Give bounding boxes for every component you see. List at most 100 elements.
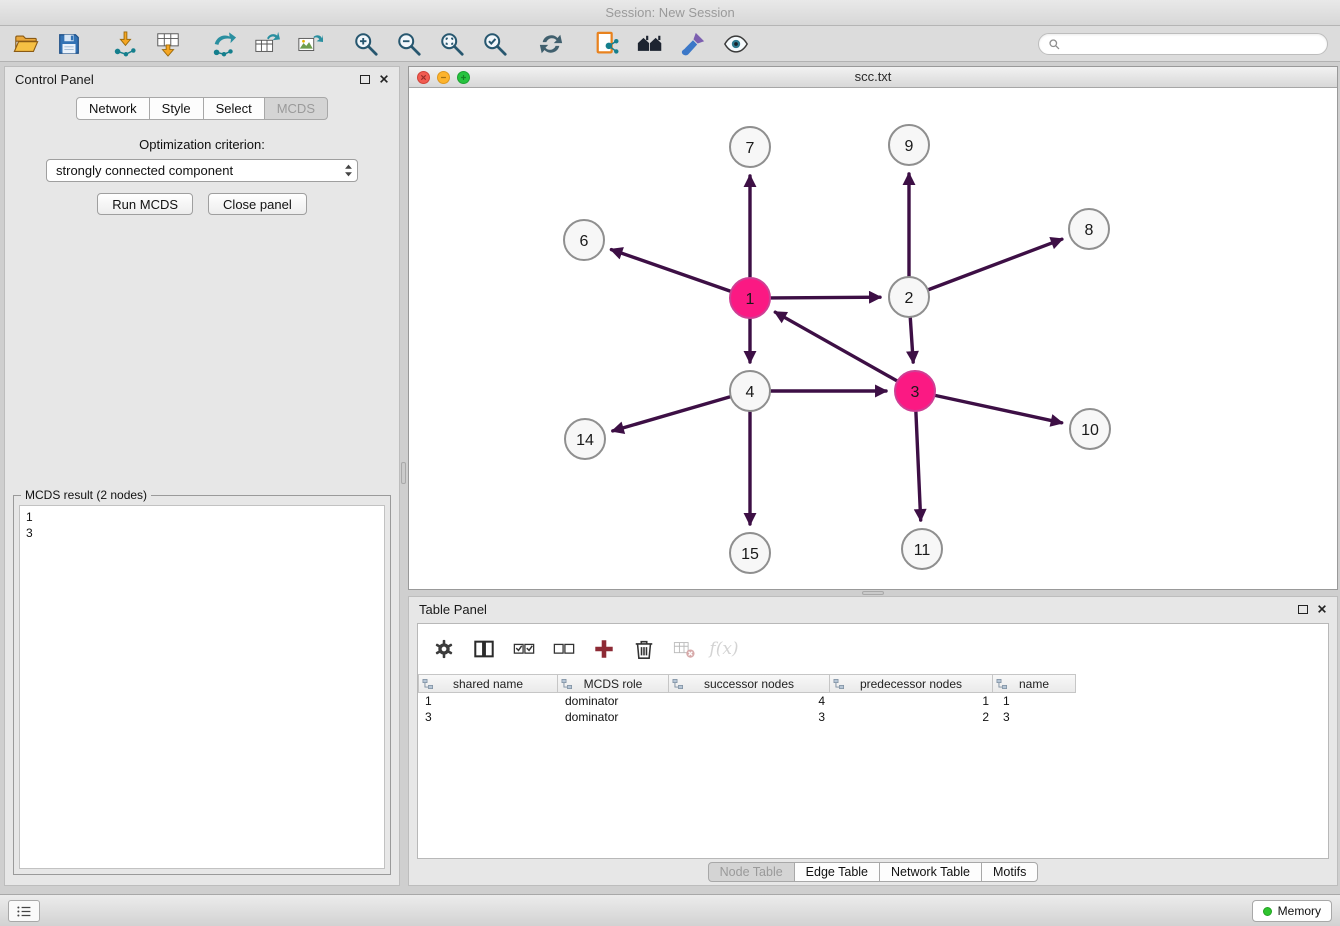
table-row[interactable]: 1dominator411: [418, 693, 1328, 709]
node-9[interactable]: 9: [889, 125, 929, 165]
column-header-shared-name[interactable]: shared name: [418, 674, 558, 693]
node-label: 2: [905, 290, 914, 307]
splitter-grip-icon[interactable]: [862, 591, 884, 595]
table-panel: Table Panel f(x) shared nameMCDS rolesuc…: [408, 596, 1338, 886]
mcds-result-title: MCDS result (2 nodes): [21, 488, 151, 502]
edge-1-2[interactable]: [771, 297, 880, 298]
column-header-mcds-role[interactable]: MCDS role: [557, 674, 669, 693]
float-panel-icon[interactable]: [360, 75, 370, 84]
node-3[interactable]: 3: [895, 371, 935, 411]
network-graph[interactable]: 7 9 6 8 1 2 4 3 14 10 15 11: [409, 88, 1337, 589]
table-cell: 1: [418, 693, 558, 709]
zoom-fit-icon[interactable]: [436, 29, 468, 59]
delete-row-icon[interactable]: [630, 635, 658, 663]
edge-2-8[interactable]: [929, 239, 1062, 289]
import-table-icon[interactable]: [152, 29, 184, 59]
column-header-name[interactable]: name: [992, 674, 1076, 693]
mcds-result-list[interactable]: 13: [19, 505, 385, 869]
edge-2-3[interactable]: [910, 318, 913, 362]
toolbar-group: [109, 29, 184, 59]
node-label: 7: [746, 140, 755, 157]
optimization-criterion-select[interactable]: strongly connected component: [46, 159, 358, 182]
import-network-icon[interactable]: [109, 29, 141, 59]
network-title: scc.txt: [855, 69, 892, 84]
splitter-grip-icon[interactable]: [401, 462, 406, 484]
window-titlebar[interactable]: Session: New Session: [0, 0, 1340, 26]
network-clipboard-icon[interactable]: [591, 29, 623, 59]
toolbar-group: [535, 29, 567, 59]
open-icon[interactable]: [10, 29, 42, 59]
close-control-panel-icon[interactable]: [379, 74, 389, 84]
mcds-result-box: MCDS result (2 nodes) 13: [13, 495, 391, 875]
refresh-icon[interactable]: [535, 29, 567, 59]
zoom-window-icon[interactable]: [457, 71, 470, 84]
node-15[interactable]: 15: [730, 533, 770, 573]
function-builder-icon: f(x): [710, 635, 738, 663]
show-graphics-icon[interactable]: [720, 29, 752, 59]
tab-network[interactable]: Network: [76, 97, 150, 120]
mcds-result-line: 3: [26, 525, 378, 541]
node-7[interactable]: 7: [730, 127, 770, 167]
tab-network-table[interactable]: Network Table: [879, 862, 982, 882]
node-4[interactable]: 4: [730, 371, 770, 411]
add-row-icon[interactable]: [590, 635, 618, 663]
memory-button[interactable]: Memory: [1252, 900, 1332, 922]
tab-motifs[interactable]: Motifs: [981, 862, 1038, 882]
node-8[interactable]: 8: [1069, 209, 1109, 249]
search-input[interactable]: [1066, 37, 1318, 51]
save-icon[interactable]: [53, 29, 85, 59]
edge-3-1[interactable]: [775, 312, 896, 381]
table-row[interactable]: 3dominator323: [418, 709, 1328, 725]
minimize-window-icon[interactable]: [437, 71, 450, 84]
tab-select[interactable]: Select: [203, 97, 265, 120]
float-table-panel-icon[interactable]: [1298, 605, 1308, 614]
node-11[interactable]: 11: [902, 529, 942, 569]
column-header-label: predecessor nodes: [860, 677, 962, 691]
export-table-icon[interactable]: [251, 29, 283, 59]
deselect-all-icon[interactable]: [550, 635, 578, 663]
tab-edge-table[interactable]: Edge Table: [794, 862, 880, 882]
column-header-successor-nodes[interactable]: successor nodes: [668, 674, 830, 693]
zoom-in-icon[interactable]: [350, 29, 382, 59]
node-2[interactable]: 2: [889, 277, 929, 317]
node-label: 9: [905, 138, 914, 155]
edge-3-10[interactable]: [936, 396, 1062, 423]
export-image-icon[interactable]: [294, 29, 326, 59]
table-cell: dominator: [558, 693, 670, 709]
control-panel: Control Panel NetworkStyleSelectMCDS Opt…: [4, 66, 400, 886]
node-10[interactable]: 10: [1070, 409, 1110, 449]
columns-icon[interactable]: [470, 635, 498, 663]
edge-4-14[interactable]: [613, 397, 730, 431]
node-6[interactable]: 6: [564, 220, 604, 260]
sort-icon: [672, 678, 684, 690]
export-network-icon[interactable]: [208, 29, 240, 59]
style-brush-icon[interactable]: [677, 29, 709, 59]
network-window-titlebar[interactable]: scc.txt: [409, 67, 1337, 88]
run-mcds-button[interactable]: Run MCDS: [97, 193, 193, 215]
node-label: 1: [746, 291, 755, 308]
node-14[interactable]: 14: [565, 419, 605, 459]
tab-style[interactable]: Style: [149, 97, 204, 120]
sort-icon: [833, 678, 845, 690]
column-header-predecessor-nodes[interactable]: predecessor nodes: [829, 674, 993, 693]
node-1[interactable]: 1: [730, 278, 770, 318]
close-table-panel-icon[interactable]: [1317, 604, 1327, 614]
first-neighbors-icon[interactable]: [634, 29, 666, 59]
search-box[interactable]: [1038, 33, 1328, 55]
zoom-out-icon[interactable]: [393, 29, 425, 59]
close-panel-button[interactable]: Close panel: [208, 193, 307, 215]
zoom-selected-icon[interactable]: [479, 29, 511, 59]
task-history-button[interactable]: [8, 900, 40, 922]
toolbar-group: [10, 29, 85, 59]
tab-node-table[interactable]: Node Table: [708, 862, 795, 882]
edge-1-6[interactable]: [611, 250, 730, 292]
status-bar: Memory: [0, 894, 1340, 926]
vertical-splitter[interactable]: [400, 66, 408, 886]
toolbar-group: [208, 29, 326, 59]
edge-3-11[interactable]: [916, 412, 921, 520]
close-window-icon[interactable]: [417, 71, 430, 84]
tab-mcds[interactable]: MCDS: [264, 97, 328, 120]
table-panel-header: Table Panel: [409, 597, 1337, 621]
select-all-icon[interactable]: [510, 635, 538, 663]
gear-icon[interactable]: [430, 635, 458, 663]
